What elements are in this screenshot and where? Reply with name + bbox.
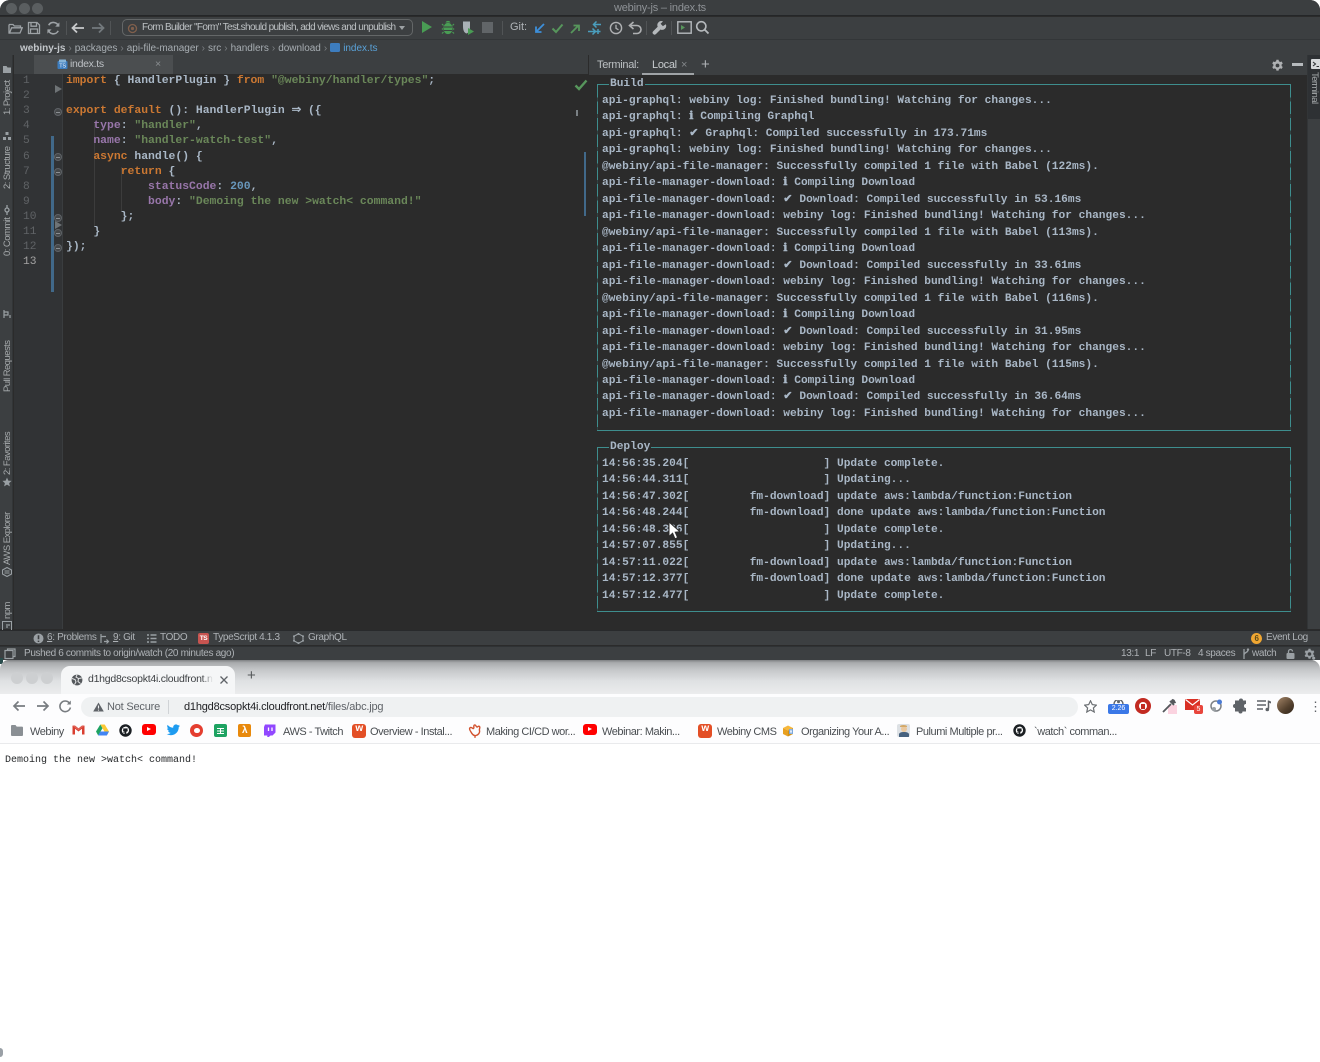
svg-text:TS: TS xyxy=(59,64,66,70)
